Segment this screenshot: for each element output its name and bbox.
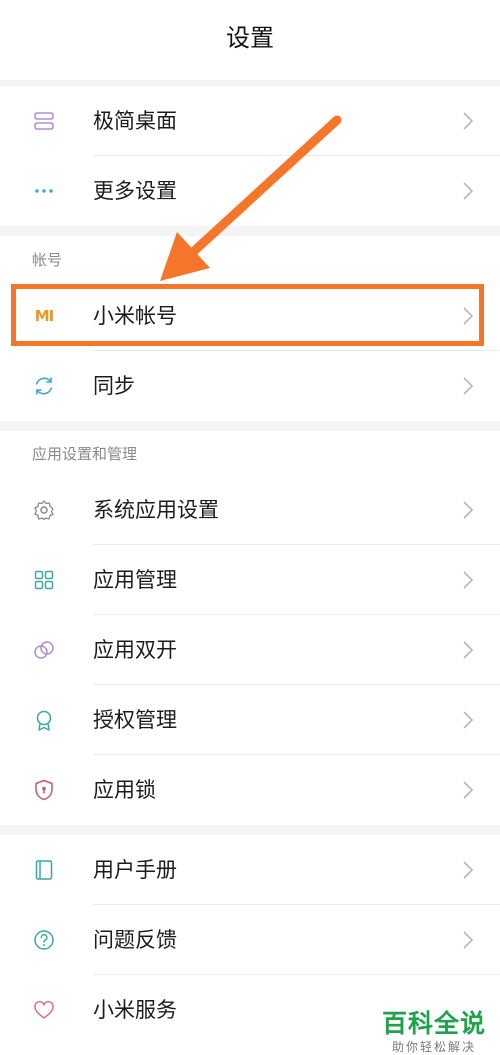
- settings-item-app-lock[interactable]: 应用锁: [0, 755, 500, 825]
- page-header: 设置: [0, 0, 500, 80]
- chevron-right-icon: [463, 182, 474, 200]
- settings-item-label: 同步: [93, 374, 135, 398]
- sync-icon: [32, 374, 56, 398]
- shield-lock-icon: [32, 778, 56, 802]
- settings-item-permissions[interactable]: 授权管理: [0, 685, 500, 755]
- settings-item-label: 更多设置: [93, 179, 177, 203]
- chevron-right-icon: [463, 861, 474, 879]
- section-title-apps: 应用设置和管理: [32, 445, 138, 463]
- settings-item-label: 授权管理: [93, 708, 177, 732]
- watermark-subtitle: 助你轻松解决: [391, 1040, 476, 1054]
- settings-item-label: 应用双开: [93, 638, 177, 662]
- settings-item-label: 小米服务: [93, 998, 177, 1022]
- settings-item-system-apps[interactable]: 系统应用设置: [0, 475, 500, 545]
- gear-icon: [32, 498, 56, 522]
- question-icon: [32, 928, 56, 952]
- settings-item-feedback[interactable]: 问题反馈: [0, 905, 500, 975]
- settings-item-user-manual[interactable]: 用户手册: [0, 835, 500, 905]
- settings-item-sync[interactable]: 同步: [0, 351, 500, 421]
- settings-item-label: 系统应用设置: [93, 498, 219, 522]
- watermark-logo: 百科全说 助你轻松解决: [372, 1010, 496, 1055]
- settings-item-label: 极简桌面: [93, 109, 177, 133]
- minimal-desktop-icon: [32, 109, 56, 133]
- chevron-right-icon: [463, 931, 474, 949]
- grid-icon: [32, 568, 56, 592]
- settings-item-app-manager[interactable]: 应用管理: [0, 545, 500, 615]
- section-gap: [0, 421, 500, 431]
- book-icon: [32, 858, 56, 882]
- settings-item-label: 用户手册: [93, 858, 177, 882]
- watermark-title: 百科全说: [381, 1009, 486, 1038]
- chevron-right-icon: [463, 307, 474, 325]
- badge-icon: [32, 708, 56, 732]
- settings-item-label: 应用管理: [93, 568, 177, 592]
- section-gap: [0, 825, 500, 835]
- chevron-right-icon: [463, 501, 474, 519]
- chevron-right-icon: [463, 571, 474, 589]
- section-gap: [0, 226, 500, 236]
- settings-item-minimal-desktop[interactable]: 极简桌面: [0, 86, 500, 156]
- mi-logo-text: MI: [34, 307, 54, 325]
- settings-item-dual-apps[interactable]: 应用双开: [0, 615, 500, 685]
- chevron-right-icon: [463, 711, 474, 729]
- more-dots-icon: [32, 179, 56, 203]
- dual-circle-icon: [32, 638, 56, 662]
- settings-item-mi-account[interactable]: MI 小米帐号: [0, 281, 500, 351]
- section-title-account: 帐号: [32, 251, 63, 269]
- settings-item-label: 问题反馈: [93, 928, 177, 952]
- chevron-right-icon: [463, 641, 474, 659]
- chevron-right-icon: [463, 781, 474, 799]
- chevron-right-icon: [463, 112, 474, 130]
- heart-icon: [32, 998, 56, 1022]
- settings-item-label: 应用锁: [93, 778, 156, 802]
- settings-item-more-settings[interactable]: 更多设置: [0, 156, 500, 226]
- page-title: 设置: [226, 23, 274, 52]
- mi-logo-icon: MI: [32, 304, 56, 328]
- settings-item-label: 小米帐号: [93, 304, 177, 328]
- chevron-right-icon: [463, 377, 474, 395]
